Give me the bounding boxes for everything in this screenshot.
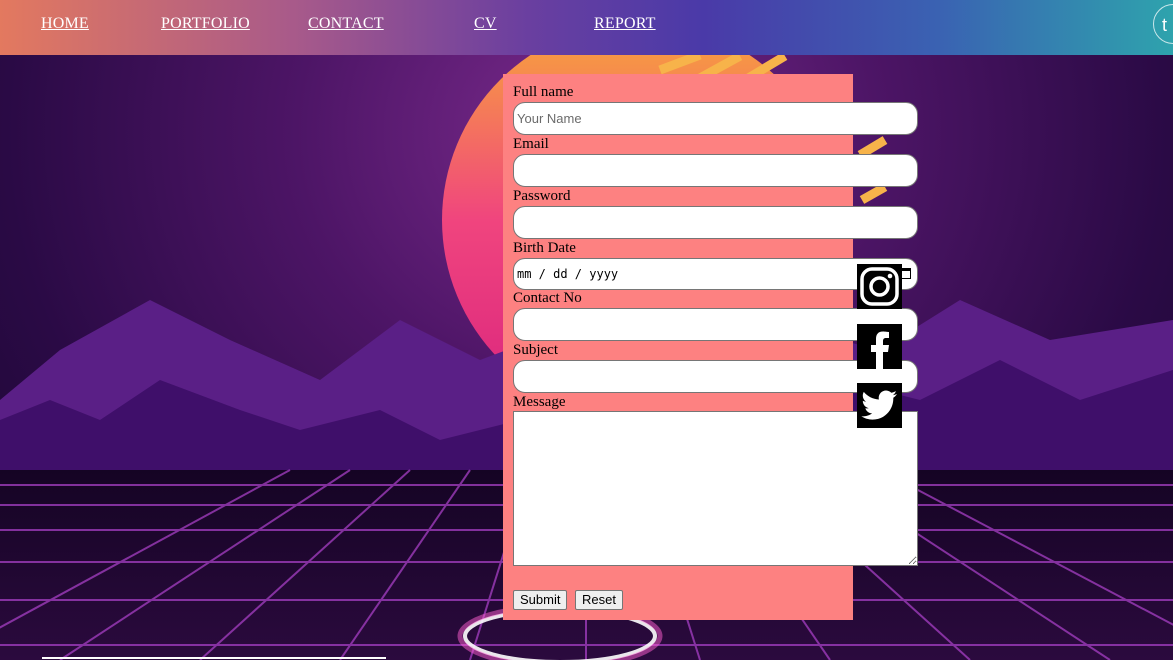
nav-round-button[interactable]: t [1153,4,1173,44]
full-name-label: Full name [513,84,574,100]
twitter-icon[interactable] [857,383,902,428]
full-name-input[interactable] [513,102,918,135]
email-label: Email [513,136,549,152]
message-label: Message [513,394,566,410]
reset-button[interactable]: Reset [575,590,623,610]
birth-date-placeholder: mm / dd / yyyy [517,267,619,281]
nav-link-portfolio[interactable]: PORTFOLIO [161,15,250,33]
email-input[interactable] [513,154,918,187]
nav-link-report[interactable]: REPORT [594,15,656,33]
nav-link-contact[interactable]: CONTACT [308,15,384,33]
password-label: Password [513,188,571,204]
nav-link-home[interactable]: HOME [41,15,89,33]
password-input[interactable] [513,206,918,239]
birth-date-label: Birth Date [513,240,576,256]
contact-no-label: Contact No [513,290,582,306]
nav-link-cv[interactable]: CV [474,15,497,33]
subject-label: Subject [513,342,558,358]
instagram-icon[interactable] [857,264,902,309]
message-textarea[interactable] [513,411,918,566]
submit-button[interactable]: Submit [513,590,568,610]
top-navbar: HOME PORTFOLIO CONTACT CV REPORT t [0,0,1173,55]
facebook-icon[interactable] [857,324,902,369]
